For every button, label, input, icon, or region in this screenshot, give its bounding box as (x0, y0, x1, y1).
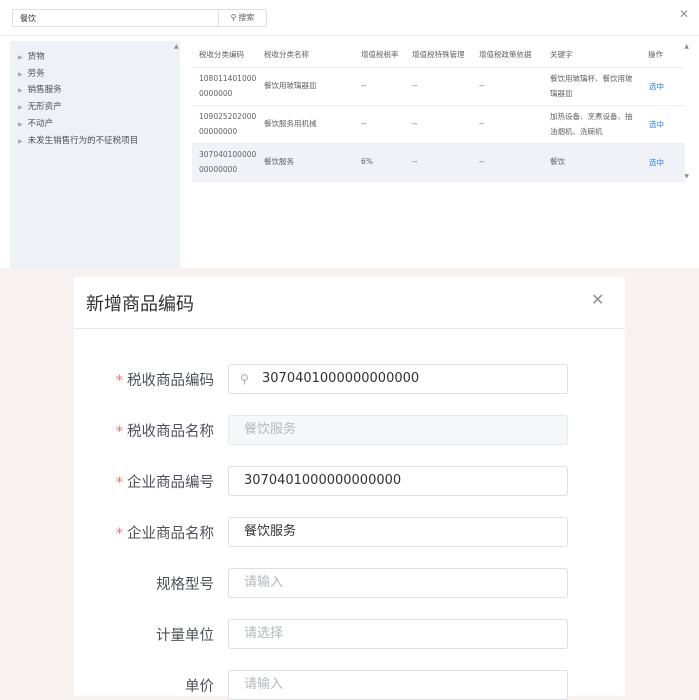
keyword-cell: 餐饮 (550, 157, 565, 166)
caret-right-icon: ▶ (18, 54, 23, 61)
policy-cell: -- (479, 157, 485, 166)
tree-item-goods[interactable]: ▶ 货物 (18, 50, 45, 62)
column-header: 增值税税率 (361, 50, 399, 59)
search-icon: ⚲ (240, 372, 249, 386)
tax-name-label: * 税收商品名称 (74, 420, 214, 441)
caret-right-icon: ▶ (18, 87, 23, 94)
tree-item-label: 不动产 (27, 119, 54, 129)
close-icon[interactable]: ✕ (591, 291, 604, 309)
search-button[interactable]: ⚲ 搜索 (218, 9, 267, 27)
label-text: 企业商品编号 (127, 475, 214, 491)
required-mark: * (115, 526, 123, 542)
policy-cell: -- (479, 119, 485, 128)
code-cell: 109025202000 (199, 112, 257, 121)
field-value: 3070401000000000000 (262, 371, 420, 386)
tree-item-label: 货物 (27, 52, 45, 62)
tax-name-field: 餐饮服务 (228, 415, 568, 445)
divider (0, 35, 699, 36)
search-button-label: 搜索 (238, 13, 255, 22)
company-name-field[interactable]: 餐饮服务 (228, 517, 568, 547)
select-link[interactable]: 选中 (649, 117, 664, 133)
caret-right-icon: ▶ (18, 121, 23, 128)
tax-code-field[interactable]: ⚲ 3070401000000000000 (228, 364, 568, 394)
spec-label: 规格型号 (156, 577, 214, 593)
column-header: 增值税政策依据 (479, 50, 532, 59)
category-tree: ▲ ▶ 货物 ▶ 劳务 ▶ 销售服务 ▶ 无形资产 ▶ 不动产 ▶ 未发生销售行为的不征税项… (10, 41, 180, 268)
required-mark: * (115, 475, 123, 491)
tree-item-intangible[interactable]: ▶ 无形资产 (18, 100, 62, 112)
dialog-title: 新增商品编码 (86, 294, 194, 315)
price-label: 单价 (185, 679, 214, 695)
label-text: 税收商品编码 (127, 373, 214, 389)
tree-item-sales-service[interactable]: ▶ 销售服务 (18, 83, 62, 95)
column-header: 关键字 (550, 50, 573, 59)
code-cell: 00000000 (199, 165, 238, 174)
close-icon[interactable]: ✕ (679, 7, 689, 21)
column-header: 增值税特殊管理 (412, 50, 465, 59)
keyword-cell: 餐饮用玻璃杯、餐饮用玻 (550, 74, 633, 83)
tree-item-label: 未发生销售行为的不征税项目 (27, 136, 139, 146)
code-cell: 307040100000 (199, 150, 257, 159)
name-cell: 餐饮用玻璃器皿 (264, 81, 317, 90)
tree-item-label: 无形资产 (27, 102, 62, 112)
label-text: 企业商品名称 (127, 526, 214, 542)
search-input[interactable]: 餐饮 (12, 9, 218, 27)
search-icon: ⚲ (230, 13, 237, 22)
keyword-cell: 璃器皿 (550, 89, 573, 98)
table-row[interactable]: 307040100000 00000000 餐饮服务 6% -- -- 餐饮 选… (192, 144, 685, 182)
unit-select[interactable]: 请选择 (228, 619, 568, 649)
table-row[interactable]: 109025202000 00000000 餐饮服务用机械 -- -- -- 加… (192, 106, 685, 144)
caret-right-icon: ▶ (18, 71, 23, 78)
caret-right-icon: ▶ (18, 138, 23, 145)
spec-field[interactable]: 请输入 (228, 568, 568, 598)
special-cell: -- (412, 81, 418, 90)
code-cell: 00000000 (199, 127, 238, 136)
name-cell: 餐饮服务 (264, 157, 294, 166)
special-cell: -- (412, 157, 418, 166)
keyword-cell: 油烟机、洗碗机 (550, 127, 603, 136)
company-code-label: * 企业商品编号 (74, 471, 214, 492)
policy-cell: -- (479, 81, 485, 90)
label-text: 税收商品名称 (127, 424, 214, 440)
divider (74, 328, 625, 329)
code-cell: 0000000 (199, 89, 233, 98)
rate-cell: -- (361, 119, 367, 128)
rate-cell: -- (361, 81, 367, 90)
table-row[interactable]: 108011401000 0000000 餐饮用玻璃器皿 -- -- -- 餐饮… (192, 68, 685, 106)
special-cell: -- (412, 119, 418, 128)
required-mark: * (115, 373, 123, 389)
company-code-field[interactable]: 3070401000000000000 (228, 466, 568, 496)
tree-item-label: 销售服务 (27, 85, 62, 95)
tree-item-non-taxable[interactable]: ▶ 未发生销售行为的不征税项目 (18, 134, 138, 146)
scroll-up-arrow-icon[interactable]: ▲ (174, 43, 179, 50)
select-link[interactable]: 选中 (649, 155, 664, 171)
column-header: 操作 (648, 50, 663, 59)
scroll-down-arrow-icon[interactable]: ▼ (684, 173, 689, 180)
required-mark: * (115, 424, 123, 440)
caret-right-icon: ▶ (18, 104, 23, 111)
select-link[interactable]: 选中 (649, 79, 664, 95)
tree-item-labor[interactable]: ▶ 劳务 (18, 67, 45, 79)
name-cell: 餐饮服务用机械 (264, 119, 317, 128)
tax-category-picker-panel: 餐饮 ⚲ 搜索 ✕ ▲ ▶ 货物 ▶ 劳务 ▶ 销售服务 ▶ 无形资产 ▶ 不动产 ▶ 未发生… (0, 0, 699, 268)
keyword-cell: 加热设备、烹煮设备、抽 (550, 112, 633, 121)
column-header: 税收分类编码 (199, 50, 244, 59)
code-cell: 108011401000 (199, 74, 257, 83)
result-table: 税收分类编码 税收分类名称 增值税税率 增值税特殊管理 增值税政策依据 关键字 … (192, 41, 691, 183)
rate-cell: 6% (361, 157, 373, 166)
tax-code-label: * 税收商品编码 (74, 369, 214, 390)
scroll-up-arrow-icon[interactable]: ▲ (684, 43, 689, 50)
add-product-code-dialog: 新增商品编码 ✕ * 税收商品编码 ⚲ 3070401000000000000 * 税… (74, 277, 625, 700)
tree-item-label: 劳务 (27, 69, 45, 79)
column-header: 税收分类名称 (264, 50, 309, 59)
unit-label: 计量单位 (156, 628, 214, 644)
tree-item-real-estate[interactable]: ▶ 不动产 (18, 117, 53, 129)
company-name-label: * 企业商品名称 (74, 522, 214, 543)
